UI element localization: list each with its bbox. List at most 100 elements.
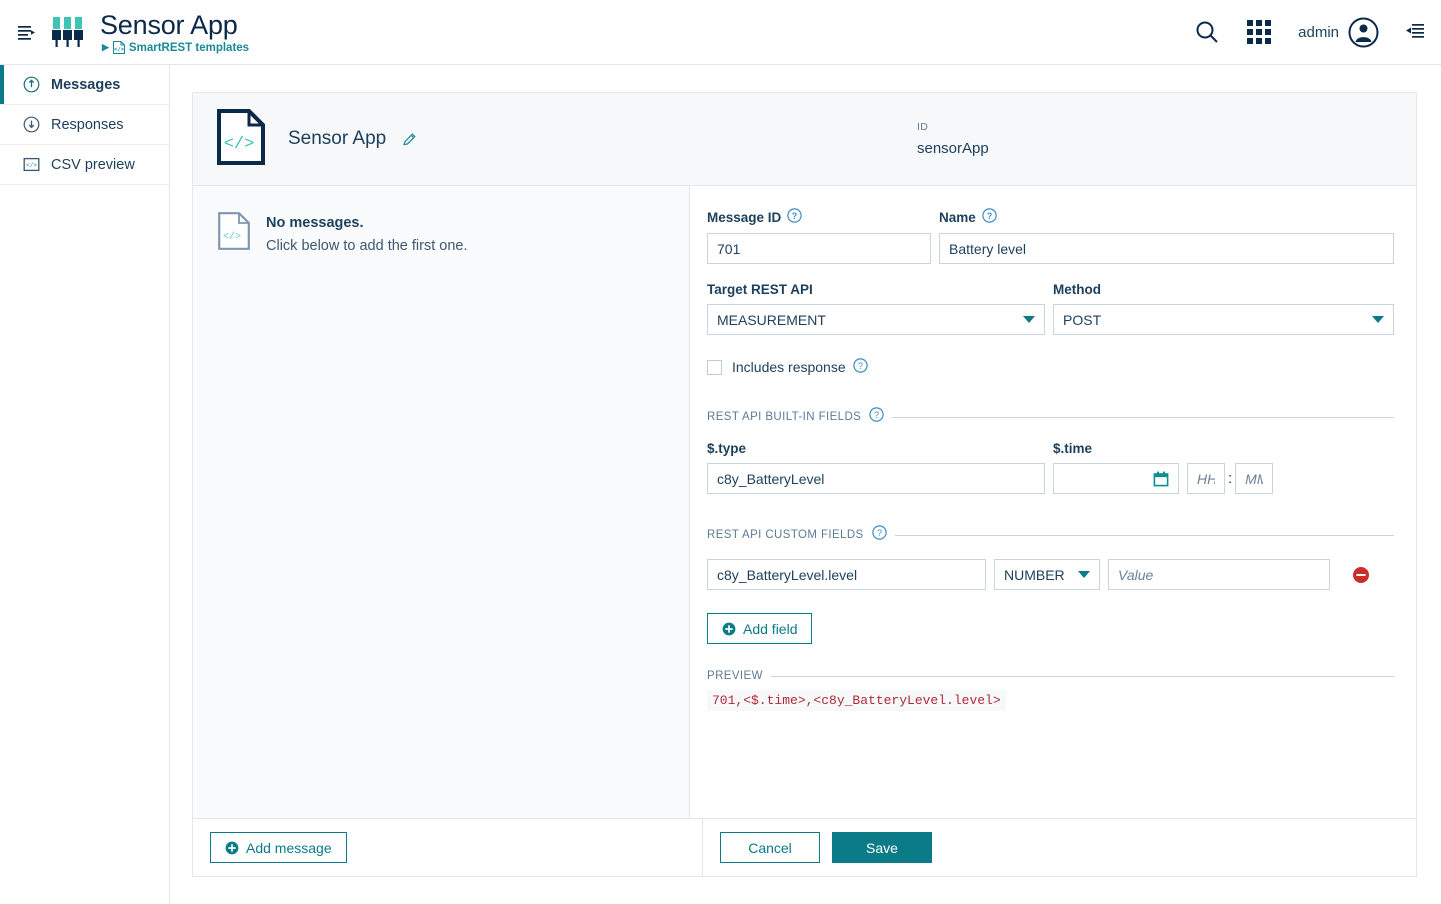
legend-divider (892, 416, 1394, 418)
smartrest-template-icon: </> (112, 41, 125, 54)
sidebar-item-csv-preview[interactable]: </> CSV preview (0, 145, 169, 185)
card-header: </> Sensor App ID sensorApp (193, 93, 1416, 186)
name-label-text: Name (939, 209, 976, 225)
chevron-down-icon (1372, 316, 1384, 323)
smartrest-template-card: </> Sensor App ID sensorApp </> No messa… (192, 92, 1417, 877)
field-type: $.type (707, 441, 1045, 494)
message-id-label-text: Message ID (707, 209, 782, 225)
cancel-button[interactable]: Cancel (720, 832, 820, 863)
svg-text:</>: </> (114, 47, 124, 53)
help-circle-icon[interactable]: ? (871, 525, 887, 545)
svg-text:?: ? (874, 410, 879, 420)
card-body: </> No messages. Click below to add the … (193, 186, 1416, 818)
search-icon[interactable] (1194, 19, 1220, 45)
custom-field-type-value: NUMBER (1004, 566, 1065, 583)
pencil-icon[interactable] (402, 132, 417, 147)
menu-collapse-icon[interactable] (8, 23, 44, 42)
field-time: $.time HH: MM (1053, 441, 1394, 494)
minute-input[interactable] (1235, 463, 1274, 494)
message-id-input[interactable] (707, 233, 931, 264)
breadcrumb[interactable]: ▶ </> SmartREST templates (102, 41, 249, 54)
user-name-label: admin (1298, 23, 1339, 41)
remove-circle-icon[interactable] (1352, 566, 1370, 584)
custom-field-type-select[interactable]: NUMBER (994, 559, 1100, 590)
card-footer: Add message Cancel Save (193, 818, 1416, 876)
svg-text:</>: </> (224, 135, 255, 154)
type-label: $.type (707, 441, 747, 456)
app-switcher-icon[interactable] (1246, 19, 1272, 45)
includes-response-checkbox[interactable] (707, 359, 722, 375)
target-rest-api-value: MEASUREMENT (717, 311, 826, 328)
hour-input[interactable] (1187, 463, 1225, 494)
code-document-icon: </> (217, 108, 265, 170)
messages-list-panel: </> No messages. Click below to add the … (193, 186, 690, 818)
help-circle-icon[interactable]: ? (787, 208, 802, 226)
code-box-icon: </> (22, 156, 40, 173)
includes-response-row: Includes response ? (707, 358, 1394, 376)
preview-code: 701,<$.time>,<c8y_BatteryLevel.level> (707, 690, 1006, 711)
footer-right: Cancel Save (703, 819, 1416, 876)
legend-divider (894, 534, 1394, 536)
help-circle-icon[interactable]: ? (982, 208, 997, 226)
user-avatar-icon[interactable] (1348, 17, 1379, 48)
right-drawer-toggle-icon[interactable] (1405, 22, 1425, 42)
preview-legend: PREVIEW (707, 670, 1394, 682)
custom-fields-legend-text: REST API CUSTOM FIELDS (707, 529, 864, 541)
builtin-fields-legend: REST API BUILT-IN FIELDS ? (707, 407, 1394, 427)
time-separator: : (1228, 470, 1233, 487)
target-rest-api-select[interactable]: MEASUREMENT (707, 304, 1045, 335)
left-sidebar: Messages Responses </> CSV preview (0, 65, 170, 904)
empty-state: </> No messages. Click below to add the … (218, 212, 689, 255)
name-label: Name ? (939, 208, 1394, 226)
date-picker[interactable] (1053, 463, 1179, 494)
svg-text:</>: </> (26, 162, 37, 169)
method-select[interactable]: POST (1053, 304, 1394, 335)
header-actions: admin (1194, 17, 1441, 48)
custom-field-row: NUMBER (707, 559, 1394, 590)
includes-response-label-text: Includes response (732, 359, 846, 375)
legend-divider (770, 675, 1394, 677)
footer-left: Add message (193, 819, 703, 876)
calendar-icon[interactable] (1153, 471, 1169, 487)
chevron-down-icon (1023, 316, 1035, 323)
id-value: sensorApp (917, 140, 989, 157)
help-circle-icon[interactable]: ? (852, 358, 868, 376)
includes-response-label: Includes response ? (732, 358, 868, 376)
field-target-rest-api: Target REST API MEASUREMENT (707, 282, 1045, 335)
preview-legend-text: PREVIEW (707, 670, 763, 682)
svg-text:?: ? (858, 361, 863, 371)
add-field-button[interactable]: Add field (707, 613, 813, 644)
app-title-block: Sensor App ▶ </> SmartREST templates (100, 10, 249, 54)
sidebar-item-responses[interactable]: Responses (0, 105, 169, 145)
plus-circle-icon (722, 622, 736, 636)
form-row-api-method: Target REST API MEASUREMENT Method POST (707, 282, 1394, 335)
user-menu[interactable]: admin (1298, 17, 1379, 48)
plus-circle-icon (225, 841, 239, 855)
sidebar-item-label: Responses (51, 116, 124, 133)
target-rest-api-label: Target REST API (707, 282, 813, 297)
arrow-up-circle-icon (22, 76, 40, 93)
custom-field-value-input[interactable] (1108, 559, 1330, 590)
help-circle-icon[interactable]: ? (869, 407, 884, 427)
empty-state-subtitle: Click below to add the first one. (266, 238, 468, 254)
field-method: Method POST (1053, 282, 1394, 335)
sidebar-item-messages[interactable]: Messages (0, 65, 169, 105)
type-input[interactable] (707, 463, 1045, 494)
page-title: Sensor App (100, 10, 238, 40)
id-label: ID (917, 121, 929, 133)
message-id-label: Message ID ? (707, 208, 931, 226)
add-message-button[interactable]: Add message (210, 832, 347, 863)
card-title: Sensor App (288, 128, 387, 149)
breadcrumb-link-smartrest-templates[interactable]: SmartREST templates (129, 42, 249, 54)
time-label: $.time (1053, 441, 1093, 456)
template-id-block: ID sensorApp (917, 121, 1392, 157)
code-document-small-icon: </> (218, 212, 250, 255)
chevron-down-icon (1078, 571, 1090, 578)
method-value: POST (1063, 311, 1102, 328)
custom-field-path-input[interactable] (707, 559, 986, 590)
field-message-id: Message ID ? (707, 208, 931, 264)
custom-fields-legend: REST API CUSTOM FIELDS ? (707, 525, 1394, 545)
arrow-down-circle-icon (22, 116, 40, 133)
save-button[interactable]: Save (832, 832, 932, 863)
name-input[interactable] (939, 233, 1394, 264)
